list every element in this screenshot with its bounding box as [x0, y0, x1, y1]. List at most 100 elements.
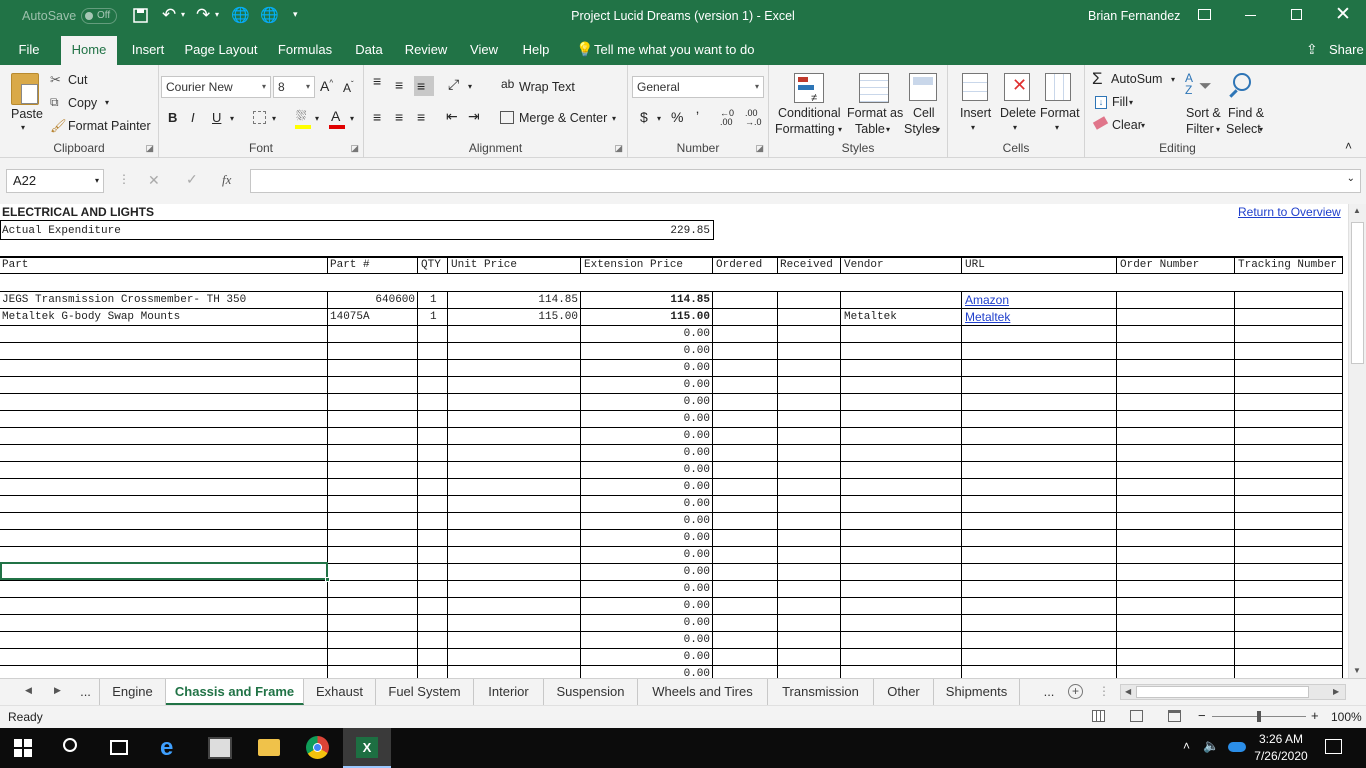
find-dropdown-icon[interactable]: ▾ [1259, 125, 1263, 134]
alignment-launcher-icon[interactable]: ◪ [614, 143, 623, 154]
extension-price-cell[interactable]: 0.00 [581, 666, 712, 678]
user-name[interactable]: Brian Fernandez [1088, 9, 1180, 23]
normal-view-icon[interactable] [1092, 710, 1105, 722]
volume-icon[interactable]: 🔈 [1203, 738, 1219, 754]
format-as-table-line2[interactable]: Table [855, 122, 885, 136]
return-to-overview-link[interactable]: Return to Overview [1236, 204, 1343, 220]
sheet-tab-chassis-and-frame[interactable]: Chassis and Frame [166, 679, 304, 705]
middle-align-icon[interactable]: ≡ [395, 77, 403, 93]
zoom-out-icon[interactable]: − [1198, 708, 1206, 723]
decrease-decimal-icon[interactable]: .00 →.0 [745, 109, 762, 127]
sheet-tab-other[interactable]: Other [874, 679, 934, 705]
autosum-button[interactable]: AutoSum [1111, 72, 1162, 86]
decrease-indent-icon[interactable]: ⇤ [446, 108, 458, 125]
paste-icon[interactable] [11, 73, 39, 105]
underline-dropdown-icon[interactable]: ▾ [230, 114, 234, 123]
sort-filter-line2[interactable]: Filter [1186, 122, 1214, 136]
tab-splitter-icon[interactable]: ⋮ [1098, 684, 1110, 698]
file-explorer-icon[interactable] [258, 739, 280, 756]
bottom-align-icon[interactable]: ≡ [414, 76, 434, 96]
extension-price-cell[interactable]: 0.00 [581, 394, 712, 410]
comma-button[interactable]: ʼ [696, 109, 699, 125]
copy-icon[interactable]: ⧉ [50, 95, 59, 110]
find-select-line1[interactable]: Find & [1228, 106, 1264, 120]
align-left-icon[interactable]: ≡ [373, 109, 381, 125]
globe-2-icon[interactable]: 🌐 [260, 6, 279, 24]
format-cells-icon[interactable] [1045, 73, 1071, 101]
row1-url-link[interactable]: Amazon [963, 292, 1011, 308]
extension-price-cell[interactable]: 0.00 [581, 377, 712, 393]
insert-button[interactable]: Insert [960, 106, 991, 120]
undo-icon[interactable]: ↶ [162, 5, 176, 25]
col-header-tracking-number[interactable]: Tracking Number [1236, 257, 1339, 273]
extension-price-cell[interactable]: 0.00 [581, 564, 712, 580]
font-launcher-icon[interactable]: ◪ [350, 143, 359, 154]
extension-price-cell[interactable]: 0.00 [581, 411, 712, 427]
row1-qty[interactable]: 1 [428, 292, 439, 308]
extension-price-cell[interactable]: 0.00 [581, 343, 712, 359]
tell-me-search[interactable]: Tell me what you want to do [594, 42, 754, 57]
task-view-icon[interactable] [110, 740, 128, 755]
collapse-ribbon-icon[interactable]: ˄ [1345, 139, 1352, 153]
cell-styles-dropdown-icon[interactable]: ▾ [936, 125, 940, 134]
extension-price-cell[interactable]: 0.00 [581, 445, 712, 461]
horizontal-scrollbar[interactable]: ◀ ▶ [1120, 684, 1346, 700]
sheet-tab-transmission[interactable]: Transmission [768, 679, 874, 705]
format-painter-button[interactable]: Format Painter [68, 119, 151, 133]
extension-price-cell[interactable]: 0.00 [581, 598, 712, 614]
conditional-formatting-line2[interactable]: Formatting [775, 122, 835, 136]
tab-view[interactable]: View [464, 33, 504, 65]
increase-font-icon[interactable]: A^ [320, 78, 333, 94]
format-dropdown-icon[interactable]: ▾ [1055, 123, 1059, 132]
extension-price-cell[interactable]: 0.00 [581, 326, 712, 342]
number-format-select[interactable]: General ▾ [632, 76, 764, 98]
tab-home[interactable]: Home [61, 36, 117, 65]
number-launcher-icon[interactable]: ◪ [755, 143, 764, 154]
insert-cells-icon[interactable] [962, 73, 988, 101]
merge-center-icon[interactable] [500, 111, 514, 124]
app-icon[interactable] [208, 737, 232, 759]
fill-dropdown-icon[interactable]: ▾ [1129, 98, 1133, 107]
selected-cell[interactable] [0, 562, 328, 580]
col-header-received[interactable]: Received [778, 257, 835, 273]
currency-button[interactable]: $ [640, 109, 648, 125]
tab-review[interactable]: Review [402, 33, 450, 65]
copy-dropdown-icon[interactable]: ▾ [105, 98, 109, 107]
font-color-dropdown-icon[interactable]: ▾ [350, 114, 354, 123]
col-header-ordered[interactable]: Ordered [714, 257, 764, 273]
scroll-down-icon[interactable]: ▼ [1353, 666, 1361, 675]
worksheet-grid[interactable]: ELECTRICAL AND LIGHTS Return to Overview… [0, 204, 1348, 678]
insert-function-button[interactable]: fx [222, 172, 231, 188]
redo-icon[interactable]: ↷ [196, 5, 210, 25]
insert-dropdown-icon[interactable]: ▾ [971, 123, 975, 132]
scroll-right-icon[interactable]: ▶ [1333, 687, 1339, 696]
scroll-left-icon[interactable]: ◀ [1125, 687, 1131, 696]
row2-extension-price[interactable]: 115.00 [581, 309, 712, 325]
tab-data[interactable]: Data [350, 33, 388, 65]
format-painter-icon[interactable]: 🖌 [50, 118, 67, 134]
new-sheet-icon[interactable]: + [1068, 684, 1083, 699]
fill-color-icon[interactable]: ⛆ [296, 108, 306, 124]
taskbar-time[interactable]: 3:26 AM [1256, 732, 1306, 746]
filter-funnel-icon[interactable]: ⏷ [1199, 78, 1212, 96]
internet-explorer-icon[interactable]: e [160, 734, 173, 762]
close-icon[interactable]: ✕ [1335, 3, 1351, 26]
onedrive-icon[interactable] [1228, 742, 1246, 752]
expenditure-label[interactable]: Actual Expenditure [0, 223, 123, 239]
find-select-line2[interactable]: Select [1226, 122, 1261, 136]
font-size-select[interactable]: 8 ▾ [273, 76, 315, 98]
cell-styles-line1[interactable]: Cell [913, 106, 935, 120]
sort-filter-line1[interactable]: Sort & [1186, 106, 1221, 120]
conditional-formatting-line1[interactable]: Conditional [778, 106, 841, 120]
sheet-tab-more-right[interactable]: ... [1034, 679, 1064, 705]
zoom-slider-thumb[interactable] [1257, 711, 1261, 722]
delete-dropdown-icon[interactable]: ▾ [1013, 123, 1017, 132]
save-icon[interactable] [133, 8, 148, 23]
search-icon[interactable] [63, 738, 77, 752]
sheet-tab-interior[interactable]: Interior [474, 679, 544, 705]
sort-dropdown-icon[interactable]: ▾ [1216, 125, 1220, 134]
decrease-font-icon[interactable]: Aˇ [343, 80, 354, 95]
cell-styles-line2[interactable]: Styles [904, 122, 938, 136]
sheet-tab-engine[interactable]: Engine [100, 679, 166, 705]
cell-styles-icon[interactable] [909, 73, 937, 101]
